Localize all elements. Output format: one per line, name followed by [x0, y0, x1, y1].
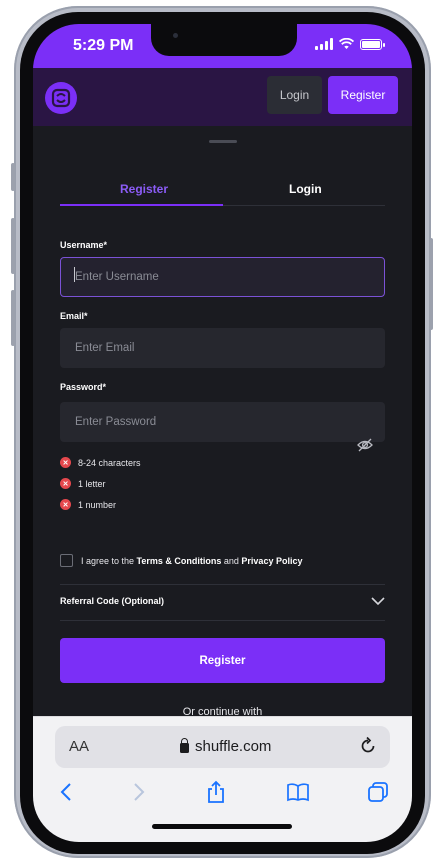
- lock-icon: [180, 738, 189, 753]
- error-x-icon: ✕: [60, 457, 71, 468]
- header-register-button[interactable]: Register: [328, 76, 398, 114]
- terms-checkbox[interactable]: [60, 554, 73, 567]
- tabs-icon[interactable]: [365, 779, 391, 805]
- power-button: [429, 238, 433, 330]
- active-tab-indicator: [60, 204, 223, 206]
- password-rule: ✕ 1 number: [60, 499, 116, 510]
- error-x-icon: ✕: [60, 499, 71, 510]
- notch: [151, 24, 297, 56]
- auth-sheet: Register Login Username* Email* Password…: [33, 126, 412, 756]
- address-bar[interactable]: AA shuffle.com: [55, 726, 390, 768]
- cellular-signal-icon: [315, 38, 333, 50]
- tab-login[interactable]: Login: [289, 182, 322, 196]
- error-x-icon: ✕: [60, 478, 71, 489]
- browser-toolbar: AA shuffle.com: [33, 716, 412, 842]
- status-icons: [315, 38, 385, 50]
- wifi-icon: [339, 38, 354, 49]
- url-text: shuffle.com: [195, 738, 272, 755]
- share-icon[interactable]: [203, 779, 229, 805]
- shuffle-logo[interactable]: [45, 82, 77, 114]
- home-indicator[interactable]: [152, 824, 292, 829]
- volume-down-button: [11, 290, 15, 346]
- mute-switch: [11, 163, 15, 191]
- chevron-down-icon: [371, 597, 385, 606]
- divider: [60, 620, 385, 621]
- bookmarks-icon[interactable]: [285, 779, 311, 805]
- forward-icon[interactable]: [126, 779, 152, 805]
- password-rule: ✕ 1 letter: [60, 478, 106, 489]
- password-rule: ✕ 8-24 characters: [60, 457, 141, 468]
- tab-register[interactable]: Register: [120, 182, 168, 196]
- password-label: Password*: [60, 382, 107, 392]
- referral-code-toggle[interactable]: Referral Code (Optional): [60, 596, 385, 616]
- username-input[interactable]: [60, 257, 385, 297]
- referral-label: Referral Code (Optional): [60, 596, 165, 606]
- privacy-link[interactable]: Privacy Policy: [241, 556, 302, 566]
- password-input[interactable]: [60, 402, 385, 442]
- username-label: Username*: [60, 240, 108, 250]
- browser-nav-bar: [33, 779, 412, 809]
- terms-link[interactable]: Terms & Conditions: [137, 556, 222, 566]
- app-header: Login Register: [33, 68, 412, 126]
- auth-tabs: Register Login: [60, 174, 385, 206]
- register-submit-button[interactable]: Register: [60, 638, 385, 683]
- battery-icon: [360, 38, 385, 50]
- rule-text: 1 number: [78, 499, 117, 510]
- reload-icon[interactable]: [358, 736, 378, 756]
- terms-text: I agree to the Terms & Conditions and Pr…: [81, 555, 303, 566]
- terms-agreement: I agree to the Terms & Conditions and Pr…: [60, 554, 302, 567]
- email-label: Email*: [60, 311, 88, 321]
- url-display[interactable]: shuffle.com: [180, 738, 271, 755]
- rule-text: 1 letter: [78, 478, 106, 489]
- status-time: 5:29 PM: [73, 37, 134, 54]
- header-login-button[interactable]: Login: [267, 76, 322, 114]
- back-icon[interactable]: [53, 779, 79, 805]
- shuffle-logo-icon: [51, 88, 71, 108]
- phone-screen: 5:29 PM Login Register Register Login Us…: [33, 24, 412, 842]
- email-input[interactable]: [60, 328, 385, 368]
- divider: [60, 584, 385, 585]
- text-size-button[interactable]: AA: [69, 738, 89, 755]
- rule-text: 8-24 characters: [78, 457, 141, 468]
- text-caret: [74, 267, 75, 282]
- status-bar: 5:29 PM: [33, 24, 412, 68]
- volume-up-button: [11, 218, 15, 274]
- sheet-drag-handle[interactable]: [209, 140, 237, 143]
- eye-off-icon[interactable]: [357, 438, 373, 452]
